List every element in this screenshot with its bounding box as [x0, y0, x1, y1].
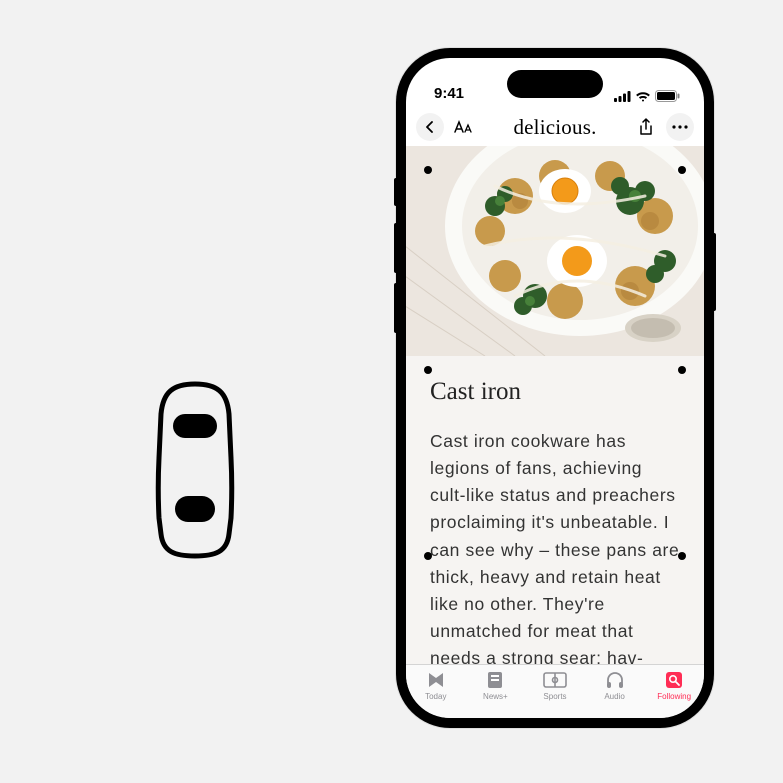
tab-newsplus[interactable]: News+ [466, 669, 526, 718]
more-button[interactable] [666, 113, 694, 141]
news-today-icon [426, 669, 446, 691]
tab-label: News+ [483, 692, 508, 701]
tab-sports[interactable]: Sports [525, 669, 585, 718]
share-icon [638, 118, 654, 136]
text-size-button[interactable] [450, 113, 478, 141]
dynamic-island [507, 70, 603, 98]
tab-following[interactable]: Following [644, 669, 704, 718]
chevron-left-icon [423, 120, 437, 134]
tab-audio[interactable]: Audio [585, 669, 645, 718]
back-button[interactable] [416, 113, 444, 141]
tab-label: Audio [604, 692, 624, 701]
following-icon [664, 669, 684, 691]
article-body: Cast iron Cast iron cookware has legions… [406, 356, 704, 664]
article-paragraph: Cast iron cookware has legions of fans, … [430, 428, 680, 664]
status-time: 9:41 [434, 85, 464, 102]
tab-label: Sports [543, 692, 566, 701]
status-indicators [614, 90, 680, 102]
article-heading: Cast iron [430, 378, 680, 406]
wifi-icon [635, 90, 651, 102]
sports-icon [543, 669, 567, 691]
article-content[interactable]: Cast iron Cast iron cookware has legions… [406, 146, 704, 664]
tab-today[interactable]: Today [406, 669, 466, 718]
ellipsis-icon [672, 125, 688, 129]
news-plus-icon [486, 669, 504, 691]
nav-bar: delicious. [406, 108, 704, 146]
publication-title: delicious. [513, 115, 596, 140]
tab-label: Following [657, 692, 691, 701]
car-icon [145, 380, 245, 560]
tab-label: Today [425, 692, 446, 701]
headphones-icon [605, 669, 625, 691]
battery-icon [655, 90, 680, 102]
hero-image [406, 146, 704, 356]
tab-bar: Today News+ Sports Audio [406, 664, 704, 718]
phone-screen: 9:41 [406, 58, 704, 718]
phone-mockup: 9:41 [396, 48, 714, 728]
cellular-icon [614, 91, 631, 102]
text-size-icon [453, 119, 475, 135]
share-button[interactable] [632, 113, 660, 141]
